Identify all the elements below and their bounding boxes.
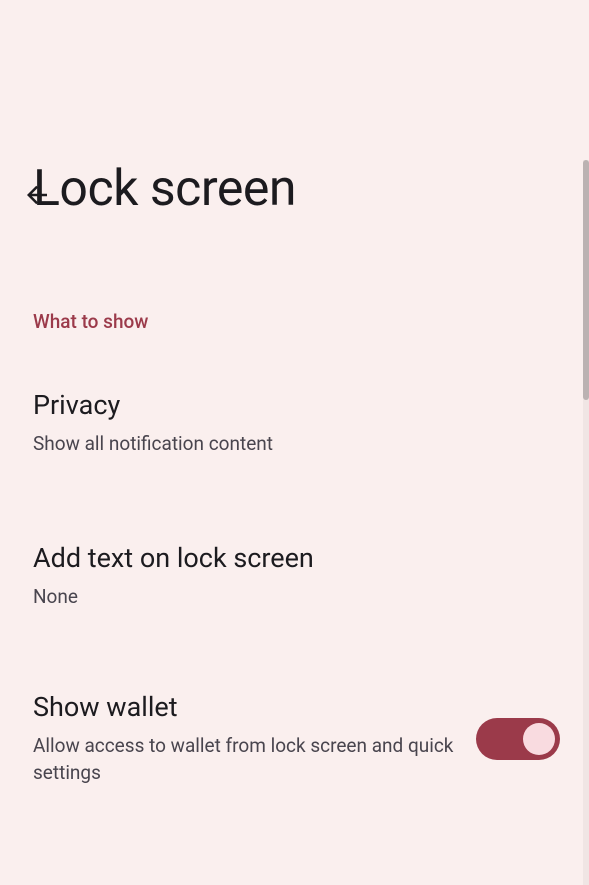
setting-subtitle: Show all notification content — [33, 431, 273, 458]
setting-text: Privacy Show all notification content — [33, 389, 273, 458]
setting-row-show-wallet[interactable]: Show wallet Allow access to wallet from … — [0, 691, 589, 787]
scrollbar-track[interactable] — [583, 160, 589, 885]
setting-row-add-text[interactable]: Add text on lock screen None — [0, 542, 589, 611]
setting-text: Show wallet Allow access to wallet from … — [33, 691, 473, 787]
setting-title: Add text on lock screen — [33, 542, 314, 574]
section-header-what-to-show: What to show — [33, 310, 589, 333]
setting-text: Add text on lock screen None — [33, 542, 314, 611]
setting-subtitle: None — [33, 584, 314, 611]
setting-title: Privacy — [33, 389, 273, 421]
back-arrow-icon — [22, 180, 52, 210]
scrollbar-thumb[interactable] — [583, 160, 589, 400]
back-button[interactable] — [22, 180, 52, 210]
page-title: Lock screen — [33, 160, 589, 218]
setting-row-privacy[interactable]: Privacy Show all notification content — [0, 389, 589, 458]
setting-subtitle: Allow access to wallet from lock screen … — [33, 733, 473, 786]
setting-title: Show wallet — [33, 691, 473, 723]
toggle-show-wallet[interactable] — [476, 718, 560, 760]
toggle-thumb — [523, 723, 555, 755]
